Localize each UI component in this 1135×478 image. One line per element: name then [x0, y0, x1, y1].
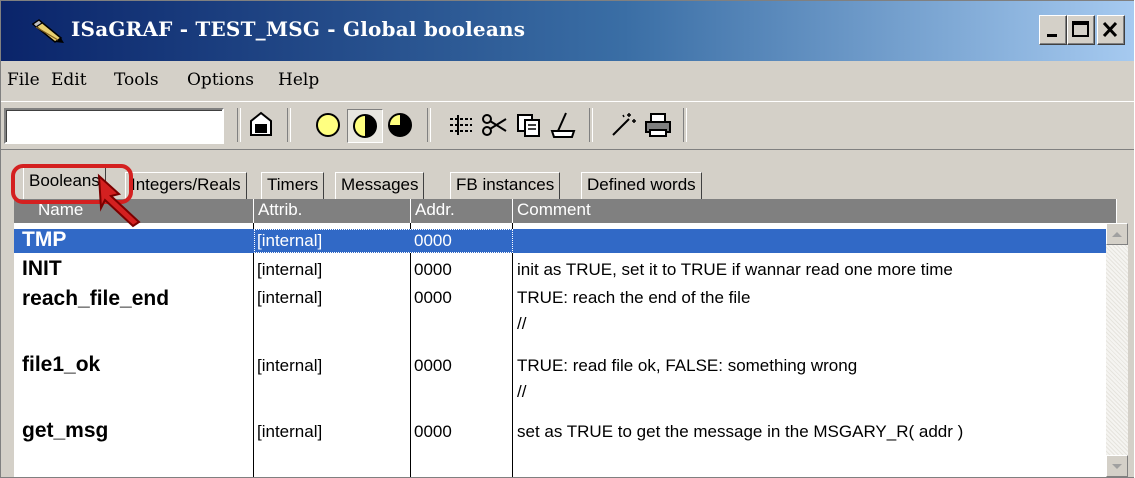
variable-comment: TRUE: reach the end of the file — [517, 288, 751, 307]
circle-empty-icon[interactable] — [311, 109, 345, 141]
table-row[interactable]: reach_file_end [internal] 0000 TRUE: rea… — [14, 283, 1106, 339]
toolbar-separator — [287, 108, 291, 142]
maximize-icon — [1072, 21, 1089, 37]
menu-tools[interactable]: Tools — [114, 70, 159, 90]
magic-wand-icon[interactable] — [605, 109, 639, 141]
window-title: ISaGRAF - TEST_MSG - Global booleans — [71, 17, 526, 41]
variable-attrib: [internal] — [257, 260, 323, 279]
toolbar-input[interactable] — [4, 108, 224, 144]
variable-addr: 0000 — [414, 288, 452, 307]
menu-options[interactable]: Options — [187, 70, 254, 90]
scroll-up-icon — [1112, 232, 1122, 237]
variable-addr: 0000 — [414, 422, 452, 441]
variable-attrib: [internal] — [257, 356, 323, 375]
variable-name: TMP — [22, 228, 67, 251]
grid-header: Name Attrib. Addr. Comment — [14, 199, 1117, 223]
variable-name: INIT — [22, 257, 62, 280]
app-pencil-icon — [31, 19, 64, 43]
variable-comment-line2: // — [517, 314, 527, 333]
copy-icon[interactable] — [512, 109, 546, 141]
menu-file[interactable]: File — [7, 70, 40, 90]
menu-edit[interactable]: Edit — [51, 70, 87, 90]
variable-attrib: [internal] — [257, 288, 323, 307]
column-header-comment[interactable]: Comment — [513, 199, 1117, 223]
variable-comment-line2: // — [517, 382, 527, 401]
isagraf-window: ISaGRAF - TEST_MSG - Global booleans Fil… — [0, 0, 1134, 478]
variable-name: file1_ok — [22, 353, 101, 376]
table-row[interactable]: file1_ok [internal] 0000 TRUE: read file… — [14, 343, 1106, 403]
close-icon — [1102, 21, 1118, 38]
scroll-up-button[interactable] — [1106, 223, 1128, 245]
table-row[interactable]: TMP [internal] 0000 — [14, 228, 1106, 253]
table-row[interactable]: INIT [internal] 0000 init as TRUE, set i… — [14, 255, 1106, 281]
variable-addr: 0000 — [414, 356, 452, 375]
toolbar — [1, 101, 1134, 150]
toolbar-separator — [683, 108, 687, 142]
menu-help[interactable]: Help — [278, 70, 319, 90]
paint-bucket-icon[interactable] — [546, 109, 580, 141]
variable-attrib: [internal] — [257, 422, 323, 441]
variable-comment: TRUE: read file ok, FALSE: something wro… — [517, 356, 858, 375]
tab-integers-reals[interactable]: Integers/Reals — [125, 172, 247, 199]
tab-strip: Booleans Integers/Reals Timers Messages … — [1, 149, 1134, 204]
maximize-button[interactable] — [1067, 15, 1095, 45]
minimize-button[interactable] — [1039, 15, 1067, 45]
scroll-down-icon — [1112, 464, 1122, 469]
menu-bar: File Edit Tools Options Help — [1, 61, 1134, 101]
variable-comment: init as TRUE, set it to TRUE if wannar r… — [517, 260, 953, 279]
scroll-down-button[interactable] — [1106, 455, 1128, 477]
table-row[interactable]: get_msg [internal] 0000 set as TRUE to g… — [14, 413, 1106, 449]
circle-half-icon — [353, 114, 377, 138]
circle-quarter-icon[interactable] — [383, 109, 417, 141]
title-bar[interactable]: ISaGRAF - TEST_MSG - Global booleans — [1, 1, 1134, 61]
tab-defined-words[interactable]: Defined words — [581, 172, 702, 199]
variable-name: get_msg — [22, 419, 109, 442]
insert-list-icon[interactable] — [444, 109, 478, 141]
tab-fb-instances[interactable]: FB instances — [450, 172, 561, 199]
selection-focus — [254, 229, 513, 253]
column-header-addr[interactable]: Addr. — [411, 199, 513, 223]
scissors-icon[interactable] — [478, 109, 512, 141]
toolbar-separator — [427, 108, 431, 142]
column-header-attrib[interactable]: Attrib. — [254, 199, 411, 223]
printer-icon[interactable] — [641, 109, 675, 141]
toolbar-separator — [589, 108, 593, 142]
vertical-scrollbar[interactable] — [1106, 223, 1128, 477]
close-button[interactable] — [1097, 15, 1125, 45]
variable-name: reach_file_end — [22, 287, 170, 310]
toolbar-separator — [237, 108, 241, 142]
variables-grid: Name Attrib. Addr. Comment TMP [internal… — [14, 199, 1128, 477]
pointer-arrow-icon — [97, 173, 141, 228]
variable-comment: set as TRUE to get the message in the MS… — [517, 422, 964, 441]
tab-timers[interactable]: Timers — [261, 172, 325, 199]
minimize-icon — [1047, 34, 1057, 37]
open-folder-icon[interactable] — [245, 109, 279, 141]
variable-addr: 0000 — [414, 260, 452, 279]
circle-half-button[interactable] — [347, 109, 383, 143]
tab-messages[interactable]: Messages — [335, 172, 425, 199]
